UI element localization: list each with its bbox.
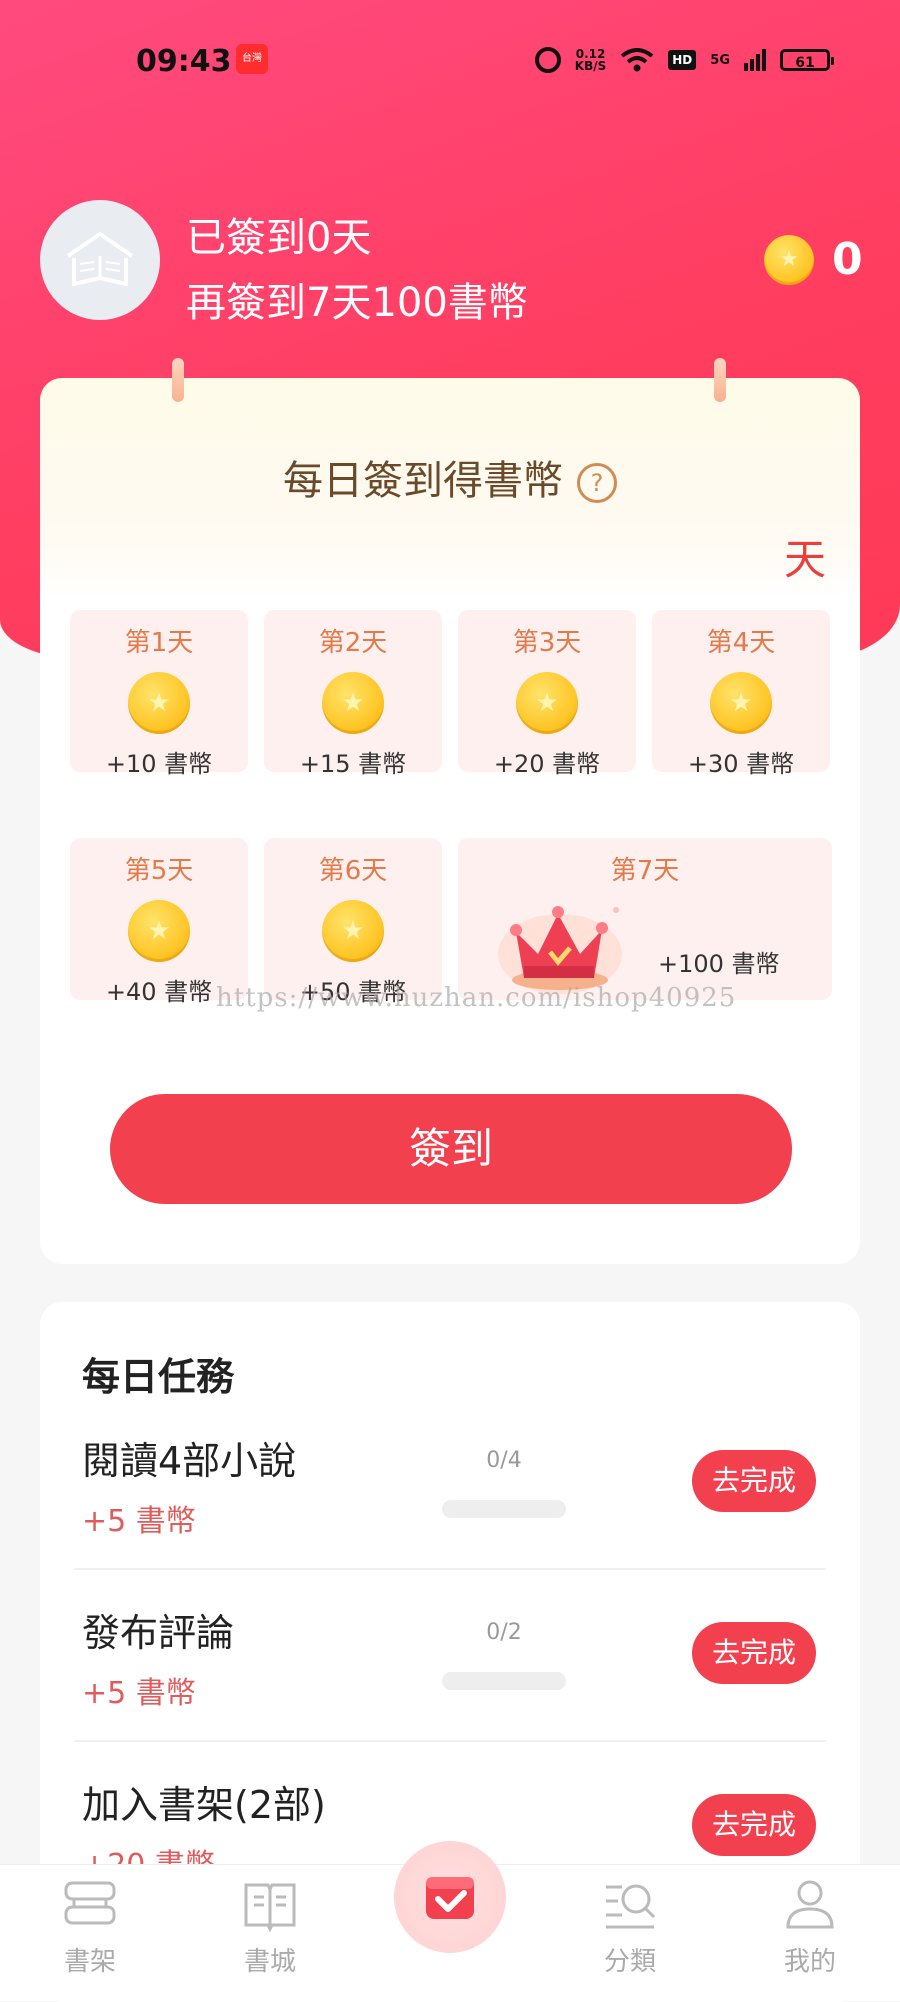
user-icon — [786, 1880, 834, 1929]
nav-label: 書架 — [63, 1947, 116, 1977]
status-bar: 09:43 台灣 0.12 KB/S HD 5G 61 — [0, 30, 900, 90]
task-name: 發布評論 — [82, 1611, 235, 1655]
sign-day-3: 第3天 ★ +20 書幣 — [458, 610, 636, 778]
task-item: 閱讀4部小說 +5 書幣 0/4 去完成 — [40, 1430, 860, 1600]
streak-days-label: 天 — [783, 535, 826, 584]
task-complete-button[interactable]: 去完成 — [692, 1622, 816, 1684]
signed-days-text: 已簽到0天 — [186, 215, 372, 261]
day-label: 第2天 — [318, 628, 388, 658]
day-reward: +100 書幣 — [658, 950, 780, 978]
card-hook — [172, 358, 184, 402]
book-house-icon — [66, 231, 134, 287]
coin-icon: ★ — [128, 672, 190, 734]
book-open-icon — [244, 1883, 296, 1933]
task-reward: +5 書幣 — [82, 1504, 196, 1539]
crown-icon — [498, 906, 622, 994]
calendar-check-icon — [426, 1877, 474, 1919]
card-hook — [714, 358, 726, 402]
nav-label: 我的 — [783, 1947, 836, 1977]
nav-item-bookstore[interactable]: 書城 — [210, 1875, 330, 1978]
nav-label: 書城 — [243, 1947, 296, 1977]
watermark: https://www.huzhan.com/ishop40925 — [216, 983, 737, 1013]
day-reward: +10 書幣 — [105, 750, 213, 778]
network-speed: 0.12 KB/S — [574, 47, 607, 73]
bookshelf-icon — [64, 1881, 116, 1925]
signal-icon — [744, 49, 766, 71]
battery-icon: 61 — [780, 49, 834, 71]
task-progress-text: 0/2 — [486, 1620, 522, 1645]
task-complete-button[interactable]: 去完成 — [692, 1794, 816, 1856]
daily-sign-card: 每日簽到得書幣? 天 第1天 ★ +10 書幣 第2天 ★ +15 書幣 第3天… — [40, 358, 860, 1264]
sign-day-4: 第4天 ★ +30 書幣 — [652, 610, 830, 778]
sign-in-button[interactable]: 簽到 — [110, 1094, 792, 1204]
coin-icon: ★ — [516, 672, 578, 734]
coin-icon: ★ — [764, 234, 814, 285]
divider — [74, 1568, 826, 1570]
help-icon[interactable]: ? — [577, 463, 617, 503]
bottom-nav: 書架 書城 分類 我的 — [0, 1841, 900, 2001]
avatar[interactable] — [40, 200, 160, 320]
day-reward: +20 書幣 — [493, 750, 601, 778]
day-reward: +30 書幣 — [687, 750, 795, 778]
day-label: 第7天 — [610, 856, 680, 886]
daily-tasks-title: 每日任務 — [82, 1355, 235, 1399]
status-time: 09:43 — [136, 44, 232, 79]
day-label: 第6天 — [318, 856, 388, 886]
sign-day-1: 第1天 ★ +10 書幣 — [70, 610, 248, 778]
nav-label: 分類 — [603, 1947, 656, 1977]
task-complete-button[interactable]: 去完成 — [692, 1450, 816, 1512]
coin-icon: ★ — [322, 900, 384, 962]
task-progress-bar — [442, 1500, 566, 1518]
nav-item-profile[interactable]: 我的 — [750, 1875, 870, 1978]
task-progress-bar — [442, 1672, 566, 1690]
coin-balance[interactable]: ★ 0 — [764, 234, 863, 285]
day-label: 第3天 — [512, 628, 582, 658]
day-label: 第1天 — [124, 628, 194, 658]
sign-card-title: 每日簽到得書幣? — [40, 448, 860, 506]
hd-icon: HD — [668, 50, 697, 70]
task-item: 發布評論 +5 書幣 0/2 去完成 — [40, 1602, 860, 1772]
next-bonus-text: 再簽到7天100書幣 — [186, 280, 528, 326]
task-reward: +5 書幣 — [82, 1676, 196, 1711]
coin-balance-value: 0 — [832, 234, 863, 285]
coin-icon: ★ — [710, 672, 772, 734]
nav-item-category[interactable]: 分類 — [570, 1875, 690, 1978]
divider — [74, 1740, 826, 1742]
signal-type: 5G — [710, 52, 730, 68]
nav-item-checkin[interactable] — [394, 1841, 506, 1953]
coin-icon: ★ — [322, 672, 384, 734]
nav-item-bookshelf[interactable]: 書架 — [30, 1875, 150, 1978]
day-label: 第4天 — [706, 628, 776, 658]
sign-card-title-text: 每日簽到得書幣 — [283, 458, 563, 504]
app-notification-icon: 台灣 — [236, 44, 268, 74]
sign-day-5: 第5天 ★ +40 書幣 — [70, 838, 248, 1006]
sign-day-6: 第6天 ★ +50 書幣 — [264, 838, 442, 1006]
day-reward: +15 書幣 — [299, 750, 407, 778]
day-label: 第5天 — [124, 856, 194, 886]
category-search-icon — [606, 1884, 656, 1929]
task-progress-text: 0/4 — [486, 1448, 522, 1473]
wifi-icon — [621, 48, 654, 72]
task-name: 加入書架(2部) — [82, 1783, 326, 1827]
alarm-icon — [534, 47, 561, 73]
sign-day-7: 第7天 +100 書幣 — [458, 838, 832, 1000]
sign-day-2: 第2天 ★ +15 書幣 — [264, 610, 442, 778]
task-name: 閱讀4部小說 — [82, 1439, 297, 1483]
coin-icon: ★ — [128, 900, 190, 962]
